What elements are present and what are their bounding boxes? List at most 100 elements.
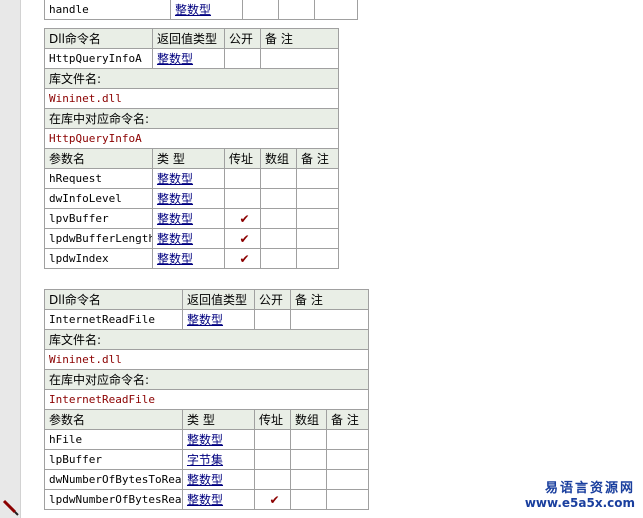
checkmark-icon: ✔ [224, 208, 261, 229]
note-cell [259, 48, 340, 69]
param-type: 整数型 [152, 208, 225, 229]
dll-name-header: Dll命令名 [44, 289, 183, 310]
param-type: 整数型 [182, 469, 255, 490]
return-type-header: 返回值类型 [182, 289, 255, 310]
header-row: Dll命令名 返回值类型 公开 备 注 [44, 289, 370, 310]
dll-table-httpqueryinfo: Dll命令名 返回值类型 公开 备 注 HttpQueryInfoA 整数型 库… [43, 28, 340, 269]
public-header: 公开 [224, 28, 261, 49]
entry-header: 在库中对应命令名: [43, 369, 370, 390]
entry-name: InternetReadFile [43, 389, 370, 410]
note-cell [325, 489, 370, 510]
table-row: lpdwBufferLength 整数型 ✔ [44, 228, 340, 249]
command-row: InternetReadFile 整数型 [44, 309, 370, 330]
param-name: handle [44, 0, 171, 20]
param-name: hFile [44, 429, 183, 450]
note-header: 备 注 [295, 148, 340, 169]
type-link[interactable]: 整数型 [157, 172, 193, 186]
param-header-row: 参数名 类 型 传址 数组 备 注 [44, 148, 340, 169]
type-link[interactable]: 整数型 [157, 212, 193, 226]
checkmark-icon: ✔ [224, 228, 261, 249]
param-type: 整数型 [182, 429, 255, 450]
param-name: lpdwNumberOfBytesRead [44, 489, 183, 510]
param-name-header: 参数名 [44, 409, 183, 430]
type-link[interactable]: 整数型 [157, 52, 193, 66]
type-link[interactable]: 整数型 [157, 252, 193, 266]
table-row: dwInfoLevel 整数型 [44, 188, 340, 209]
table-row: dwNumberOfBytesToRead 整数型 [44, 469, 370, 490]
note-header: 备 注 [325, 409, 370, 430]
type-link[interactable]: 整数型 [157, 232, 193, 246]
pen-icon [2, 499, 19, 516]
header-row: Dll命令名 返回值类型 公开 备 注 [44, 28, 340, 49]
type-link[interactable]: 整数型 [187, 313, 223, 327]
note-cell [295, 208, 340, 229]
note-cell [325, 469, 370, 490]
site-watermark: 易语言资源网 www.e5a5x.com [525, 481, 635, 511]
byref-cell [254, 429, 291, 450]
param-type: 整数型 [152, 188, 225, 209]
note-cell [295, 188, 340, 209]
note-cell [325, 429, 370, 450]
param-name: lpBuffer [44, 449, 183, 470]
note-cell [295, 248, 340, 269]
watermark-url: www.e5a5x.com [524, 496, 635, 510]
array-cell [260, 168, 297, 189]
param-name: lpdwBufferLength [44, 228, 153, 249]
type-link[interactable]: 整数型 [157, 192, 193, 206]
note-cell [325, 449, 370, 470]
array-cell [278, 0, 315, 20]
array-cell [290, 469, 327, 490]
lib-header: 库文件名: [43, 68, 340, 89]
byref-cell [254, 469, 291, 490]
array-cell [260, 248, 297, 269]
byref-cell [224, 188, 261, 209]
param-name: hRequest [44, 168, 153, 189]
dll-name-header: Dll命令名 [44, 28, 153, 49]
param-type: 整数型 [152, 168, 225, 189]
param-header-row: 参数名 类 型 传址 数组 备 注 [44, 409, 370, 430]
note-header: 备 注 [259, 28, 340, 49]
array-cell [260, 228, 297, 249]
public-cell [254, 309, 291, 330]
library-name: Wininet.dll [43, 88, 340, 109]
table-row: lpdwNumberOfBytesRead 整数型 ✔ [44, 489, 370, 510]
note-header: 备 注 [289, 289, 370, 310]
param-type: 整数型 [152, 248, 225, 269]
byref-header: 传址 [224, 148, 261, 169]
table-row: hRequest 整数型 [44, 168, 340, 189]
param-type: 字节集 [182, 449, 255, 470]
command-name: HttpQueryInfoA [44, 48, 153, 69]
type-link[interactable]: 整数型 [187, 473, 223, 487]
param-name-header: 参数名 [44, 148, 153, 169]
checkmark-icon: ✔ [254, 489, 291, 510]
array-header: 数组 [260, 148, 297, 169]
table-row: hFile 整数型 [44, 429, 370, 450]
type-link[interactable]: 字节集 [187, 453, 223, 467]
param-type: 整数型 [170, 0, 243, 20]
type-link[interactable]: 整数型 [187, 493, 223, 507]
prev-table-fragment: handle 整数型 [44, 0, 358, 20]
watermark-title: 易语言资源网 [544, 481, 635, 496]
note-cell [295, 228, 340, 249]
array-cell [260, 188, 297, 209]
editor-gutter [0, 0, 21, 518]
table-row: handle 整数型 [44, 0, 358, 20]
type-link[interactable]: 整数型 [187, 433, 223, 447]
array-cell [290, 489, 327, 510]
param-name: dwInfoLevel [44, 188, 153, 209]
lib-header: 库文件名: [43, 329, 370, 350]
byref-cell [242, 0, 279, 20]
array-cell [260, 208, 297, 229]
table-row: lpBuffer 字节集 [44, 449, 370, 470]
return-type-header: 返回值类型 [152, 28, 225, 49]
public-header: 公开 [254, 289, 291, 310]
command-row: HttpQueryInfoA 整数型 [44, 48, 340, 69]
type-link[interactable]: 整数型 [175, 3, 211, 17]
array-header: 数组 [290, 409, 327, 430]
param-type-header: 类 型 [152, 148, 225, 169]
return-type: 整数型 [152, 48, 225, 69]
byref-cell [254, 449, 291, 470]
dll-table-internetreadfile: Dll命令名 返回值类型 公开 备 注 InternetReadFile 整数型… [43, 289, 370, 510]
array-cell [290, 429, 327, 450]
byref-header: 传址 [254, 409, 291, 430]
